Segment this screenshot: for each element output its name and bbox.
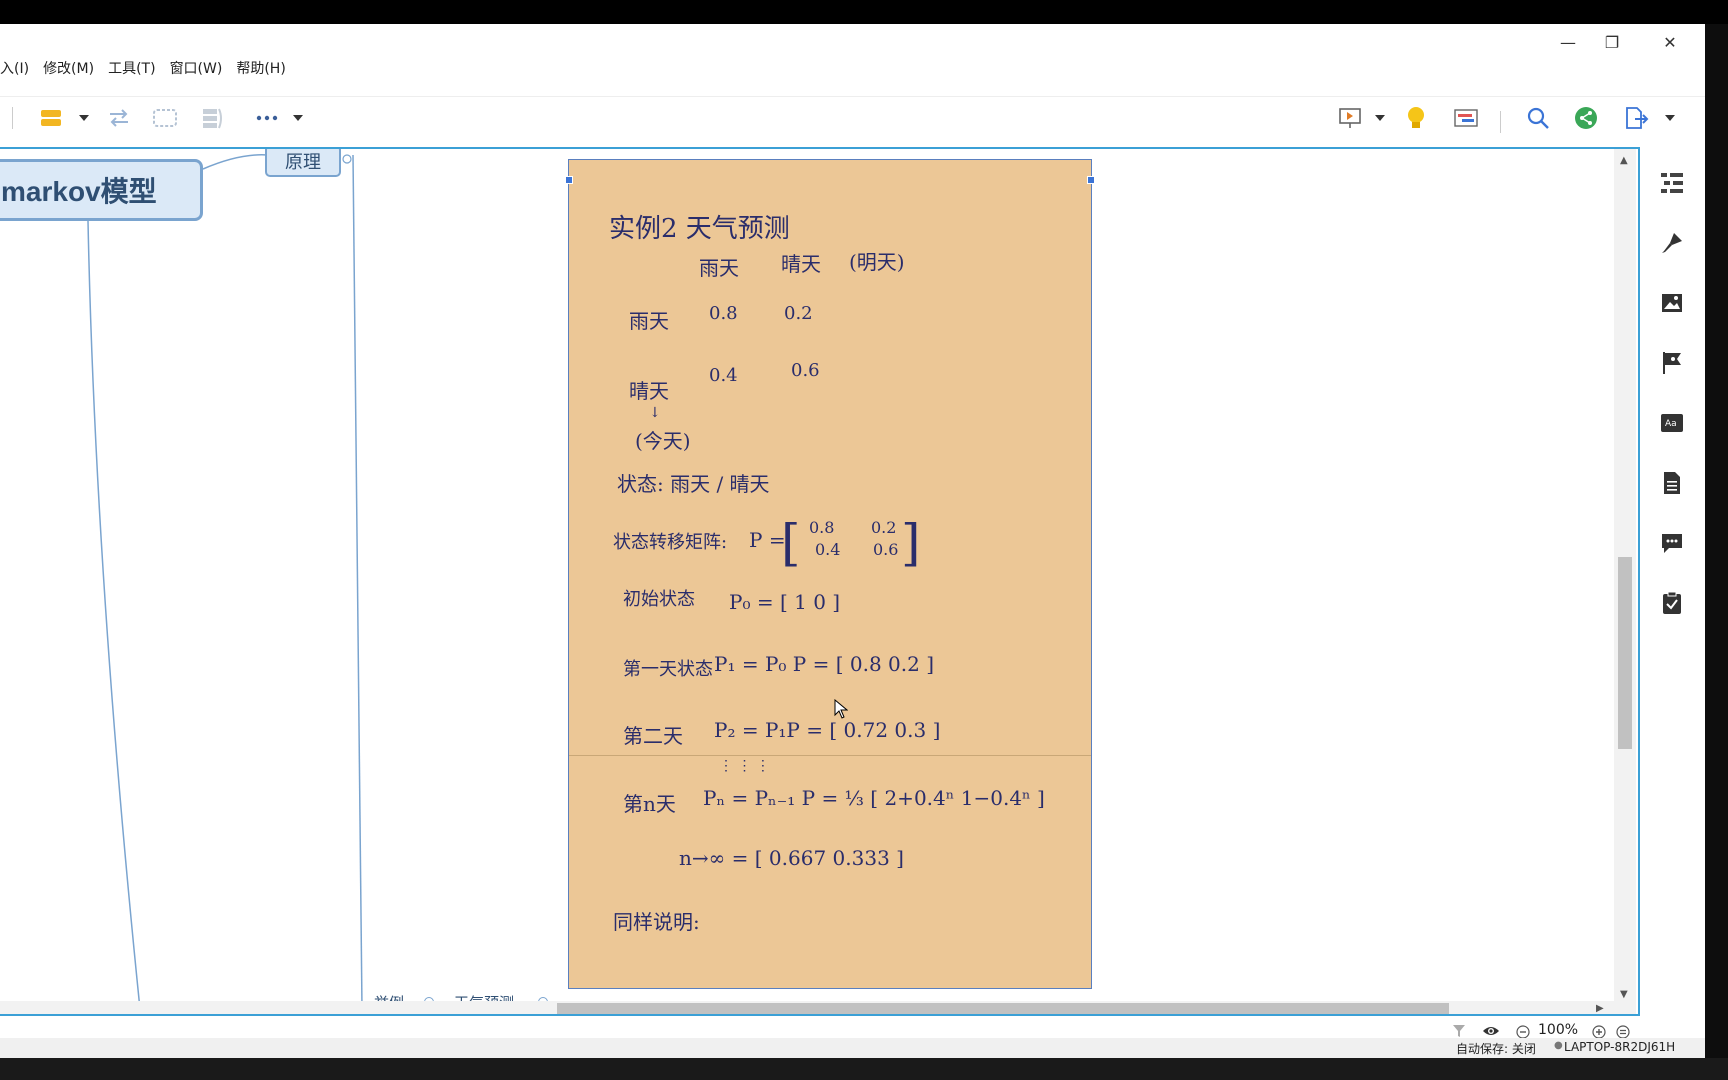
marker-flag-icon[interactable] (1659, 350, 1685, 376)
close-button[interactable]: ✕ (1650, 28, 1690, 56)
matrix-cell: 0.4 (815, 540, 841, 559)
app-window: — ❐ ✕ 入(I) 修改(M) 工具(T) 窗口(W) 帮助(H) marko… (0, 24, 1705, 1058)
svg-text:Aa: Aa (1665, 419, 1677, 429)
menu-window[interactable]: 窗口(W) (163, 58, 230, 78)
topic-label: 原理 (285, 152, 321, 173)
insert-topic-icon[interactable] (36, 103, 66, 133)
resize-handle[interactable] (565, 176, 573, 184)
vertical-scroll-thumb[interactable] (1618, 557, 1632, 749)
note-value: 0.8 (709, 303, 738, 324)
horizontal-scroll-thumb[interactable] (557, 1003, 1449, 1014)
note-day2-eq: P₂ = P₁P = [ 0.72 0.3 ] (714, 718, 941, 742)
task-icon[interactable] (1659, 590, 1685, 616)
mindmap-canvas[interactable]: markov模型 原理 举例 天气预测 实例2 天气预测 雨天 晴天 (明天) … (0, 147, 1640, 1016)
menu-tools[interactable]: 工具(T) (101, 58, 162, 78)
note-states: 状态: 雨天 / 晴天 (617, 472, 770, 496)
dropdown-icon[interactable] (74, 103, 94, 133)
computer-name: LAPTOP-8R2DJ61H (1564, 1040, 1676, 1054)
note-initial-label: 初始状态 (623, 589, 695, 610)
right-side-panel: Aa (1640, 140, 1705, 1016)
matrix-cell: 0.8 (809, 518, 835, 537)
menu-insert[interactable]: 入(I) (0, 58, 36, 78)
note-today-label: (今天) (635, 429, 691, 453)
screen-top-bar (0, 0, 1728, 24)
note-col-header: (明天) (849, 250, 905, 274)
note-title: 实例2 天气预测 (609, 214, 790, 244)
text-style-icon[interactable]: Aa (1659, 410, 1685, 436)
restore-button[interactable]: ❐ (1592, 28, 1632, 56)
handwritten-note-image[interactable]: 实例2 天气预测 雨天 晴天 (明天) 雨天 0.8 0.2 晴天 0.4 0.… (565, 159, 1095, 989)
status-dot-icon: ● (1554, 1040, 1563, 1051)
dropdown-icon[interactable] (290, 103, 306, 133)
bracket-right-icon: ] (901, 514, 921, 572)
resize-handle[interactable] (1087, 176, 1095, 184)
note-dayn-label: 第n天 (623, 792, 676, 816)
toolbar-divider (1500, 111, 1501, 133)
note-dayn-eq: Pₙ = Pₙ₋₁ P = ⅓ [ 2+0.4ⁿ 1−0.4ⁿ ] (703, 786, 1045, 810)
note-transition-label: 状态转移矩阵: (613, 532, 728, 553)
relationship-icon[interactable] (104, 103, 134, 133)
menu-help[interactable]: 帮助(H) (229, 58, 292, 78)
outline-icon[interactable] (1659, 170, 1685, 196)
autosave-status[interactable]: 自动保存: 关闭 (1456, 1040, 1536, 1057)
idea-lightbulb-icon[interactable] (1402, 103, 1430, 133)
export-icon[interactable] (1622, 103, 1650, 133)
note-value: 0.2 (784, 303, 813, 324)
mouse-cursor-icon (834, 698, 849, 723)
note-initial-eq: P₀ = [ 1 0 ] (729, 590, 841, 614)
note-value: 0.4 (709, 365, 738, 386)
menu-modify[interactable]: 修改(M) (36, 58, 101, 78)
note-row-label: 雨天 (629, 309, 669, 333)
toolbar-divider (12, 107, 13, 129)
summary-icon[interactable] (198, 103, 228, 133)
note-col-header: 雨天 (699, 256, 739, 280)
central-topic-label: markov模型 (1, 176, 157, 207)
gantt-icon[interactable] (1452, 103, 1480, 133)
arrow-down-icon: ↓ (649, 405, 661, 421)
scroll-up-icon[interactable]: ▲ (1620, 155, 1628, 166)
matrix-cell: 0.2 (871, 518, 897, 537)
central-topic[interactable]: markov模型 (0, 159, 203, 221)
boundary-icon[interactable] (150, 103, 180, 133)
format-brush-icon[interactable] (1659, 230, 1685, 256)
bracket-left-icon: [ (781, 514, 801, 572)
scroll-down-icon[interactable]: ▼ (1620, 989, 1628, 1000)
horizontal-scrollbar[interactable]: ▶ (0, 1001, 1614, 1014)
note-col-header: 晴天 (781, 252, 821, 276)
zoom-level[interactable]: 100% (1538, 1022, 1578, 1038)
image-icon[interactable] (1659, 290, 1685, 316)
dropdown-icon[interactable] (1662, 103, 1678, 133)
note-limit-eq: n→∞ = [ 0.667 0.333 ] (679, 846, 904, 870)
note-day1-label: 第一天状态 (623, 659, 713, 680)
toolbar (0, 96, 1705, 141)
fold-line (569, 755, 1091, 756)
search-icon[interactable] (1524, 103, 1552, 133)
note-day1-eq: P₁ = P₀ P = [ 0.8 0.2 ] (714, 652, 934, 676)
matrix-cell: 0.6 (873, 540, 899, 559)
more-icon[interactable] (254, 103, 280, 133)
note-conclusion: 同样说明: (613, 910, 700, 934)
comment-icon[interactable] (1659, 530, 1685, 556)
note-day2-label: 第二天 (623, 724, 683, 748)
screen-edge-strip (1705, 24, 1728, 1058)
presentation-icon[interactable] (1336, 103, 1364, 133)
note-value: 0.6 (791, 360, 820, 381)
topic-yuanli[interactable]: 原理 (265, 149, 341, 177)
minimize-button[interactable]: — (1548, 28, 1588, 56)
note-row-label: 晴天 (629, 379, 669, 403)
scroll-right-icon[interactable]: ▶ (1596, 1003, 1604, 1014)
note-dots: ⋮ ⋮ ⋮ (719, 758, 770, 774)
dropdown-icon[interactable] (1372, 103, 1388, 133)
share-icon[interactable] (1572, 103, 1600, 133)
menu-bar: 入(I) 修改(M) 工具(T) 窗口(W) 帮助(H) (0, 54, 293, 82)
vertical-scrollbar[interactable]: ▲ ▼ (1614, 149, 1636, 1014)
status-bar: 自动保存: 关闭 ● LAPTOP-8R2DJ61H (0, 1038, 1705, 1058)
taskbar-strip (0, 1058, 1728, 1080)
notes-icon[interactable] (1659, 470, 1685, 496)
